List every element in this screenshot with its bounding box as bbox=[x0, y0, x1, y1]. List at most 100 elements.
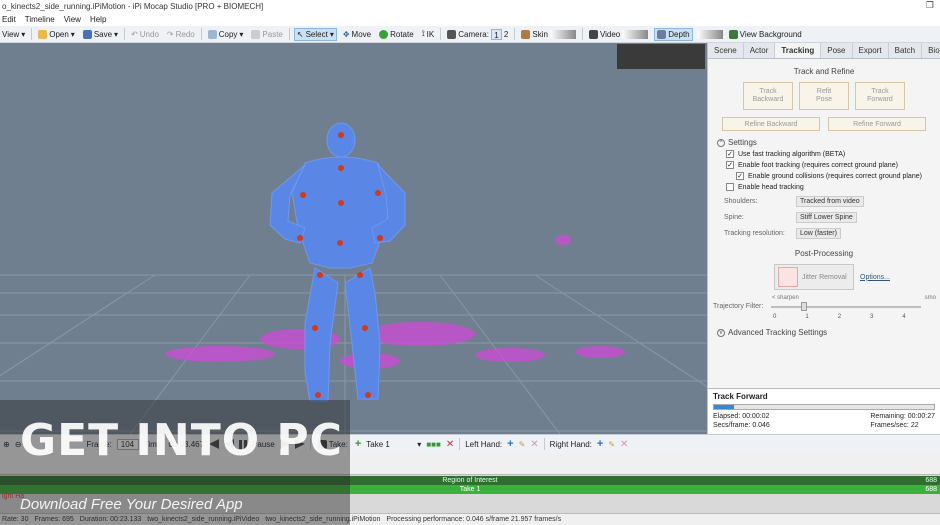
tab-pose[interactable]: Pose bbox=[821, 43, 853, 58]
paste-button[interactable]: Paste bbox=[249, 29, 284, 40]
post-processing-title: Post-Processing bbox=[794, 249, 854, 258]
video-toggle[interactable]: Video bbox=[587, 29, 650, 40]
take-select[interactable]: Take 1 bbox=[366, 440, 412, 449]
separator bbox=[459, 438, 461, 450]
right-hand-label: Right Hand: bbox=[549, 439, 592, 449]
shoulders-select[interactable]: Tracked from video bbox=[796, 196, 864, 207]
foot-tracking-checkbox[interactable]: ✓ Enable foot tracking (requires correct … bbox=[726, 161, 940, 169]
view-button[interactable]: View ▾ bbox=[0, 29, 27, 40]
camera-thumbnail[interactable] bbox=[617, 44, 705, 69]
tab-biomech[interactable]: Biomech bbox=[922, 43, 940, 58]
progress-stats: Elapsed: 00:00:02 Secs/frame: 0.046 Rema… bbox=[713, 413, 935, 429]
3d-viewport[interactable] bbox=[0, 43, 707, 434]
depth-toggle[interactable]: Depth bbox=[654, 27, 693, 41]
separator bbox=[200, 28, 202, 40]
restore-icon[interactable]: ❐ bbox=[926, 0, 934, 11]
video-opacity-slider[interactable] bbox=[622, 29, 649, 39]
menu-help[interactable]: Help bbox=[90, 15, 106, 24]
ik-button[interactable]: ⟟ IK bbox=[420, 28, 437, 40]
undo-button[interactable]: ↶ Undo bbox=[129, 29, 161, 40]
film-icon bbox=[588, 29, 598, 39]
resolution-option: Tracking resolution: Low (faster) bbox=[724, 228, 940, 239]
depth-opacity-slider[interactable] bbox=[696, 29, 723, 39]
right-hand-add-icon[interactable]: + bbox=[597, 438, 603, 450]
disk-icon bbox=[82, 29, 92, 39]
view-background-toggle[interactable]: View Background bbox=[727, 29, 804, 40]
separator bbox=[124, 28, 126, 40]
watermark-text: GET INTO PC bbox=[20, 415, 343, 466]
tab-tracking[interactable]: Tracking bbox=[775, 43, 822, 58]
filter-labels: < sharpen smo bbox=[772, 295, 936, 301]
resolution-select[interactable]: Low (faster) bbox=[796, 228, 841, 239]
tab-actor[interactable]: Actor bbox=[744, 43, 776, 58]
collapse-icon: ^ bbox=[717, 138, 725, 147]
spine-select[interactable]: Stiff Lower Spine bbox=[796, 212, 857, 223]
right-hand-edit-icon[interactable]: ✎ bbox=[608, 440, 615, 449]
folder-icon bbox=[38, 29, 48, 39]
skin-icon bbox=[521, 29, 531, 39]
trajectory-filter: Trajectory Filter: bbox=[713, 301, 940, 311]
save-button[interactable]: Save ▾ bbox=[81, 29, 120, 40]
delete-take-icon[interactable]: ✕ bbox=[446, 439, 454, 450]
trajectory-filter-slider[interactable] bbox=[771, 301, 922, 311]
shoulders-option: Shoulders: Tracked from video bbox=[724, 196, 940, 207]
camera-selector: Camera: 1 2 bbox=[445, 28, 510, 41]
copy-icon bbox=[207, 29, 217, 39]
window-title: o_kinects2_side_running.iPiMotion - iPi … bbox=[2, 2, 264, 11]
fast-tracking-checkbox[interactable]: ✓ Use fast tracking algorithm (BETA) bbox=[726, 150, 940, 158]
refit-pose-button[interactable]: Refit Pose bbox=[799, 82, 849, 110]
checkbox-checked: ✓ bbox=[726, 150, 734, 158]
camera-1-button[interactable]: 1 bbox=[490, 28, 502, 40]
rotate-icon bbox=[379, 29, 389, 39]
skin-opacity-slider[interactable] bbox=[549, 29, 576, 39]
options-link[interactable]: Options... bbox=[860, 274, 890, 281]
panel-tabs: Scene Actor Tracking Pose Export Batch B… bbox=[708, 43, 940, 59]
camera-icon bbox=[447, 29, 457, 39]
scene-canvas bbox=[0, 122, 707, 434]
spine-option: Spine: Stiff Lower Spine bbox=[724, 212, 940, 223]
left-hand-add-icon[interactable]: + bbox=[507, 438, 513, 450]
track-forward-button[interactable]: Track Forward bbox=[855, 82, 905, 110]
progress-title: Track Forward bbox=[713, 392, 768, 401]
left-hand-edit-icon[interactable]: ✎ bbox=[519, 440, 526, 449]
left-hand-delete-icon[interactable]: ✕ bbox=[530, 439, 538, 450]
filter-ticks: 01234 bbox=[773, 314, 906, 320]
slider-knob[interactable] bbox=[801, 301, 808, 311]
tab-scene[interactable]: Scene bbox=[708, 43, 744, 58]
menu-edit[interactable]: Edit bbox=[2, 15, 16, 24]
checkbox-checked: ✓ bbox=[736, 172, 744, 180]
add-take-icon[interactable]: + bbox=[355, 438, 361, 450]
point-cloud bbox=[165, 235, 625, 369]
rotate-button[interactable]: Rotate bbox=[377, 29, 416, 40]
jitter-row: Jitter Removal Options... bbox=[774, 264, 940, 290]
take-tools-icons[interactable]: ■■■ bbox=[426, 440, 441, 449]
tab-export[interactable]: Export bbox=[853, 43, 889, 58]
select-button[interactable]: ↖ Select ▾ bbox=[293, 27, 337, 41]
tab-batch[interactable]: Batch bbox=[889, 43, 923, 58]
skin-toggle[interactable]: Skin bbox=[519, 29, 578, 40]
jitter-removal-button[interactable]: Jitter Removal bbox=[774, 264, 854, 290]
open-button[interactable]: Open ▾ bbox=[36, 29, 77, 40]
settings-header[interactable]: ^ Settings bbox=[717, 138, 940, 147]
paste-icon bbox=[251, 29, 261, 39]
advanced-settings-header[interactable]: v Advanced Tracking Settings bbox=[717, 328, 940, 337]
menu-timeline[interactable]: Timeline bbox=[25, 15, 55, 24]
refine-buttons: Refine Backward Refine Forward bbox=[708, 117, 940, 131]
move-button[interactable]: ✥ Move bbox=[341, 29, 373, 40]
head-tracking-checkbox[interactable]: Enable head tracking bbox=[726, 183, 940, 191]
refine-forward-button[interactable]: Refine Forward bbox=[828, 117, 926, 131]
copy-button[interactable]: Copy ▾ bbox=[206, 29, 246, 40]
redo-button[interactable]: ↷ Redo bbox=[165, 29, 197, 40]
settings-title: Settings bbox=[728, 138, 757, 147]
menu-view[interactable]: View bbox=[64, 15, 81, 24]
separator bbox=[440, 28, 442, 40]
right-hand-delete-icon[interactable]: ✕ bbox=[620, 439, 628, 450]
track-backward-button[interactable]: Track Backward bbox=[743, 82, 793, 110]
separator bbox=[514, 28, 516, 40]
camera-2-button[interactable]: 2 bbox=[504, 30, 508, 39]
checkbox-checked: ✓ bbox=[726, 161, 734, 169]
separator bbox=[31, 28, 33, 40]
refine-backward-button[interactable]: Refine Backward bbox=[722, 117, 820, 131]
window-controls: ❐ bbox=[926, 0, 934, 11]
ground-collisions-checkbox[interactable]: ✓ Enable ground collisions (requires corr… bbox=[736, 172, 940, 180]
